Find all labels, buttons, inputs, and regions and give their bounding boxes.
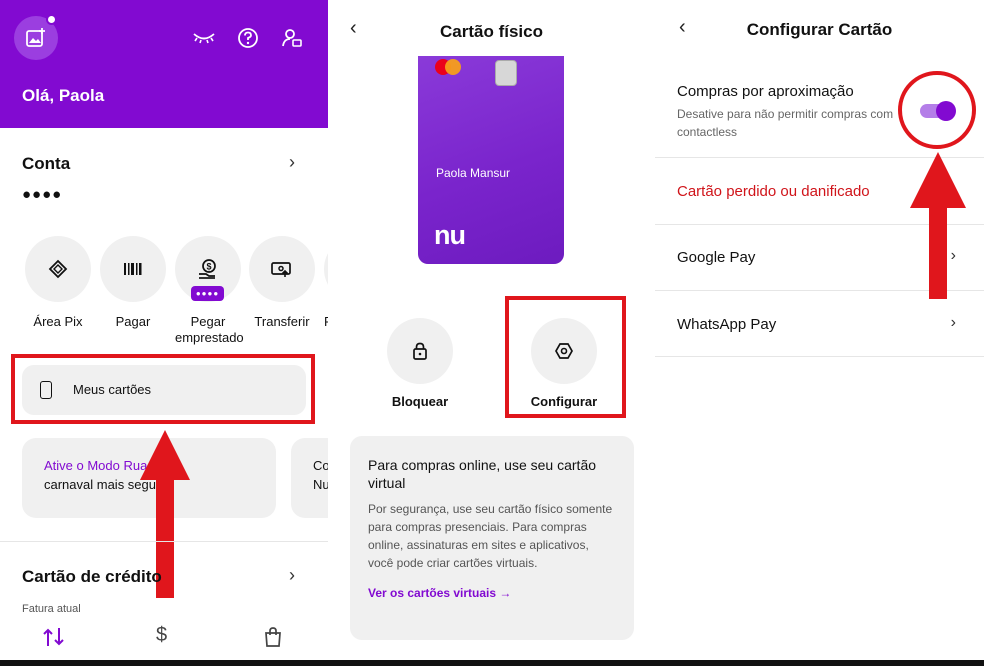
promo2-line1: Co	[313, 458, 328, 473]
help-icon[interactable]	[236, 26, 260, 50]
mastercard-logo-orange	[445, 59, 461, 75]
block-label: Bloquear	[391, 394, 449, 409]
pay-label: Pagar	[115, 314, 151, 329]
current-bill-label: Fatura atual	[22, 603, 81, 615]
transfer-tab-icon[interactable]	[42, 626, 66, 653]
highlight-rectangle	[505, 296, 626, 418]
greeting: Olá, Paola	[22, 86, 105, 105]
contactless-description: Desative para não permitir compras com c…	[677, 107, 894, 139]
card-chip	[495, 60, 517, 86]
google-pay-label: Google Pay	[677, 249, 756, 266]
pix-area-button[interactable]: Área Pix	[25, 236, 91, 330]
physical-card-image: Paola Mansur nu	[418, 56, 564, 264]
lost-card-label: Cartão perdido ou danificado	[677, 183, 870, 200]
lock-icon	[413, 342, 427, 360]
whatsapp-pay-chevron-icon: ›	[950, 314, 956, 331]
transfer-icon	[271, 262, 291, 277]
red-arrow-up	[910, 152, 966, 299]
section-divider	[0, 541, 328, 542]
pix-icon	[48, 259, 68, 279]
promo-card-2[interactable]: Co Nu	[291, 438, 328, 518]
home-screen: Olá, Paola Conta › ●●●● Área Pix Pagar $	[0, 0, 328, 666]
loan-badge: ●●●●	[191, 286, 224, 301]
dollar-tab-icon[interactable]: $	[156, 624, 167, 647]
physical-card-screen: ‹ Cartão físico Paola Mansur nu Bloquear…	[328, 0, 655, 666]
promo-highlight: Ative o Modo Rua	[44, 458, 148, 473]
add-photo-icon	[26, 28, 45, 47]
pay-button[interactable]: Pagar	[100, 236, 166, 330]
bottom-tab-bar: $	[0, 616, 328, 660]
bottom-edge-bar	[0, 660, 984, 666]
transfer-label: Transferir	[254, 314, 310, 329]
promo2-line2: Nu	[313, 477, 328, 492]
nubank-logo: nu	[434, 220, 466, 250]
view-virtual-cards-link[interactable]: Ver os cartões virtuais →	[368, 586, 616, 600]
page-title: Configurar Cartão	[746, 20, 893, 39]
loan-icon: $	[199, 259, 216, 279]
whatsapp-pay-label: WhatsApp Pay	[677, 316, 777, 333]
highlight-circle	[898, 71, 976, 149]
page-title: Cartão físico	[440, 22, 543, 41]
svg-text:$: $	[206, 262, 211, 272]
account-chevron-icon[interactable]: ›	[289, 152, 295, 173]
highlight-rectangle	[11, 354, 315, 424]
notification-dot	[46, 14, 57, 25]
credit-chevron-icon[interactable]: ›	[289, 565, 295, 586]
barcode-icon	[124, 263, 142, 275]
hide-values-icon[interactable]	[192, 26, 216, 50]
virtual-card-info-card: Para compras online, use seu cartão virt…	[350, 436, 634, 640]
pix-label: Área Pix	[33, 314, 83, 329]
configure-card-screen: ‹ Configurar Cartão Compras por aproxima…	[655, 0, 984, 666]
loan-label: Pegar emprestado	[175, 314, 244, 345]
block-button[interactable]: Bloquear	[387, 318, 453, 409]
info-body: Por segurança, use seu cartão físico som…	[368, 502, 613, 570]
account-balance-hidden: ●●●●	[22, 186, 63, 203]
whatsapp-pay-row[interactable]: WhatsApp Pay ›	[655, 291, 984, 357]
account-icon[interactable]	[280, 26, 304, 50]
info-heading: Para compras online, use seu cartão virt…	[368, 457, 597, 491]
card-holder-name: Paola Mansur	[436, 166, 511, 180]
credit-card-title[interactable]: Cartão de crédito	[22, 567, 162, 587]
shopping-bag-tab-icon[interactable]	[263, 626, 283, 653]
contactless-title: Compras por aproximação	[677, 83, 854, 100]
transfer-button[interactable]: Transferir	[249, 236, 315, 330]
home-header: Olá, Paola	[0, 0, 328, 128]
account-title[interactable]: Conta	[22, 154, 70, 174]
